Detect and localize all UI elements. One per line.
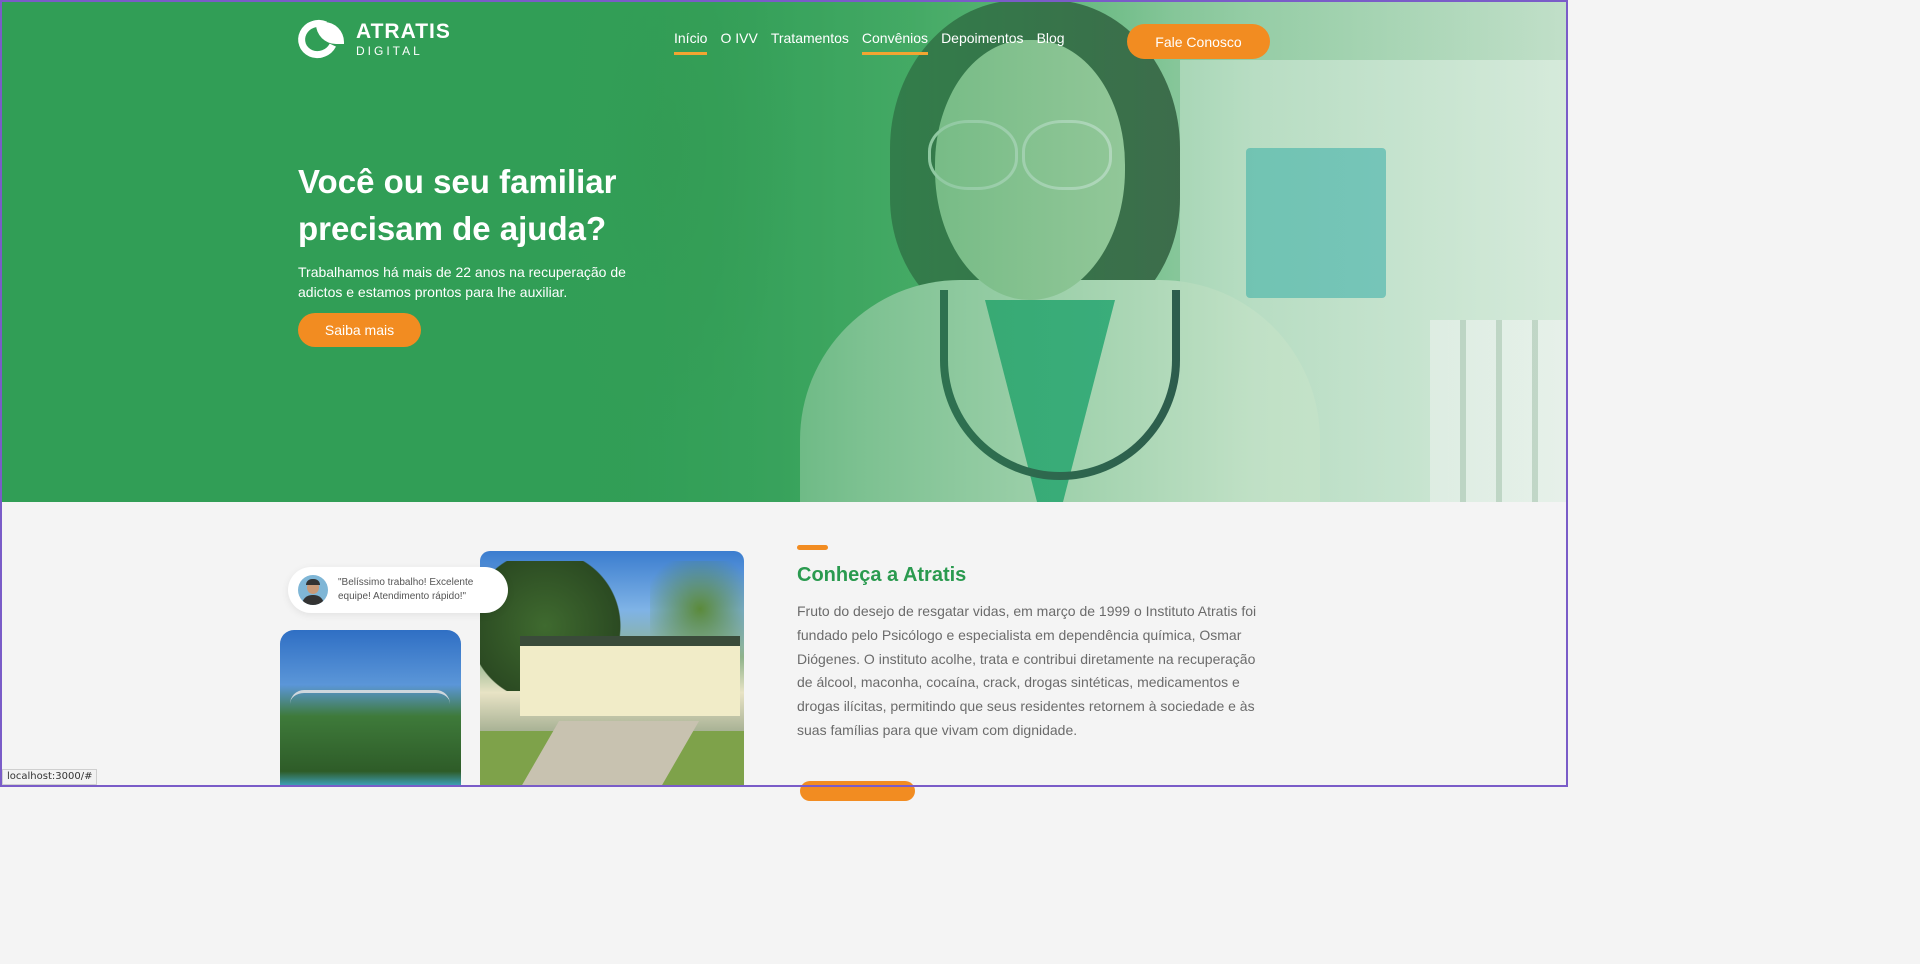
testimonial-text: "Belíssimo trabalho! Excelente equipe! A… xyxy=(338,577,474,602)
nav-inicio[interactable]: Início xyxy=(674,30,708,55)
facility-photo-large xyxy=(480,551,744,787)
hero-subtitle: Trabalhamos há mais de 22 anos na recupe… xyxy=(298,264,626,300)
atratis-logo[interactable]: ATRATIS DIGITAL xyxy=(292,14,451,64)
about-title: Conheça a Atratis xyxy=(797,564,967,586)
logo-line2: DIGITAL xyxy=(356,44,423,58)
hero-section xyxy=(0,0,1568,502)
facility-photo-small xyxy=(280,630,461,787)
nav-o-ivv[interactable]: O IVV xyxy=(720,30,757,55)
logo-line1: ATRATIS xyxy=(356,20,451,43)
section-accent-bar xyxy=(797,545,828,550)
logo-mark-icon xyxy=(292,14,346,64)
about-button[interactable] xyxy=(800,781,915,801)
avatar xyxy=(298,575,328,605)
hero-title: Você ou seu familiar precisam de ajuda? xyxy=(298,163,617,247)
testimonial-bubble: "Belíssimo trabalho! Excelente equipe! A… xyxy=(288,567,508,613)
learn-more-button[interactable]: Saiba mais xyxy=(298,313,421,347)
nav-convenios[interactable]: Convênios xyxy=(861,30,929,55)
contact-button[interactable]: Fale Conosco xyxy=(1127,24,1270,59)
status-bar-url: localhost:3000/# xyxy=(2,769,98,785)
about-text: Fruto do desejo de resgatar vidas, em ma… xyxy=(797,603,1257,738)
nav-depoimentos[interactable]: Depoimentos xyxy=(941,30,1024,55)
main-nav: Início O IVV Tratamentos Convênios Depoi… xyxy=(674,30,1065,55)
nav-tratamentos[interactable]: Tratamentos xyxy=(771,30,849,55)
nav-blog[interactable]: Blog xyxy=(1037,30,1065,55)
